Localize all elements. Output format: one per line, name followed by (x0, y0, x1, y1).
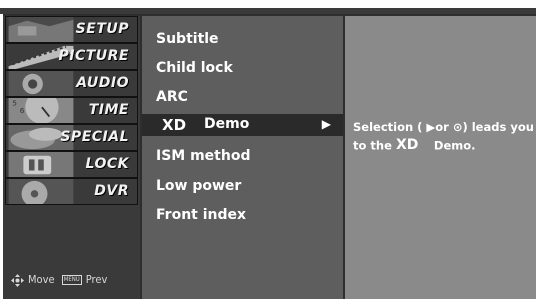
xd-logo-icon: XD (396, 136, 430, 156)
menu-item-label: SETUP (75, 21, 129, 37)
svg-text:XD: XD (162, 116, 186, 132)
move-hint-label: Move (28, 273, 55, 286)
option-demo-label: Demo (204, 116, 250, 132)
option-ism-method[interactable]: ISM method (156, 148, 250, 164)
description-panel: Selection ( ▶or ⊙) leads you to the XD D… (345, 16, 536, 299)
setup-options-panel: Subtitle Child lock ARC XD Demo ▶ ISM me… (142, 16, 343, 299)
dvr-thumbnail-icon (8, 179, 74, 204)
option-child-lock[interactable]: Child lock (156, 60, 233, 76)
menu-item-setup[interactable]: SETUP (5, 16, 138, 43)
description-suffix: Demo (433, 138, 472, 153)
description-line-1: Selection ( ▶or ⊙) leads you (353, 120, 534, 134)
description-text: Selection ( ▶or ⊙) leads you to the XD D… (353, 119, 536, 156)
menu-item-picture[interactable]: PICTURE (5, 43, 138, 70)
menu-item-time[interactable]: 6 5 TIME (5, 97, 138, 124)
move-dpad-icon (11, 273, 24, 287)
menu-key-icon: MENU (61, 275, 82, 285)
main-menu-panel: SETUP PICTURE AUDIO 6 5 TIME SPECIAL LOC… (3, 16, 140, 299)
svg-text:5: 5 (12, 98, 17, 107)
menu-item-special[interactable]: SPECIAL (5, 124, 138, 151)
menu-item-label: SPECIAL (60, 129, 129, 145)
option-subtitle[interactable]: Subtitle (156, 31, 219, 47)
setup-thumbnail-icon (8, 17, 74, 42)
description-line-2: to the XD Demo. (353, 136, 536, 156)
svg-text:XD: XD (396, 137, 418, 151)
option-xd-demo[interactable]: XD Demo ▶ (142, 114, 343, 136)
audio-thumbnail-icon (8, 71, 74, 96)
menu-item-label: AUDIO (76, 75, 129, 91)
osd-menu: SETUP PICTURE AUDIO 6 5 TIME SPECIAL LOC… (3, 14, 536, 299)
menu-item-audio[interactable]: AUDIO (5, 70, 138, 97)
description-prefix: to the (353, 138, 392, 153)
option-arc[interactable]: ARC (156, 89, 188, 105)
lock-thumbnail-icon (8, 152, 74, 177)
nav-hints: Move MENU Prev (11, 273, 111, 287)
menu-item-lock[interactable]: LOCK (5, 151, 138, 178)
xd-logo-icon: XD (162, 116, 198, 136)
menu-item-label: DVR (94, 183, 129, 199)
svg-text:6: 6 (20, 106, 25, 115)
prev-hint-label: Prev (85, 273, 108, 286)
menu-item-label: PICTURE (58, 48, 129, 64)
menu-item-dvr[interactable]: DVR (5, 178, 138, 205)
menu-item-label: LOCK (85, 156, 129, 172)
description-dot: . (471, 138, 476, 153)
option-front-index[interactable]: Front index (156, 207, 246, 223)
menu-item-label: TIME (88, 102, 129, 118)
option-low-power[interactable]: Low power (156, 178, 241, 194)
time-thumbnail-icon: 6 5 (8, 98, 74, 123)
submenu-arrow-icon: ▶ (321, 117, 331, 131)
